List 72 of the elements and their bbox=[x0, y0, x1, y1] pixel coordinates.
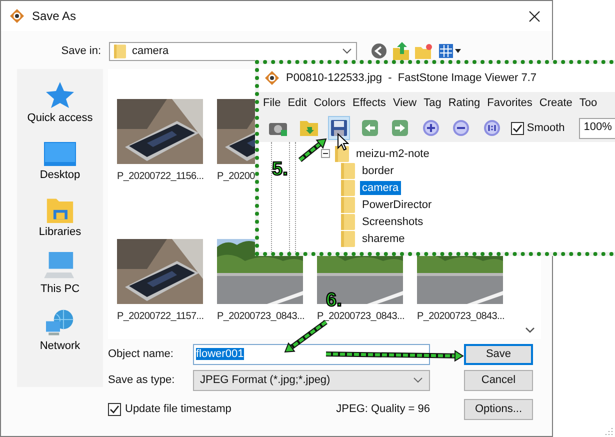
file-name[interactable]: P_20200 bbox=[217, 171, 255, 183]
tree-item[interactable]: shareme bbox=[360, 232, 407, 246]
file-name[interactable]: P_20200723_0843... bbox=[317, 311, 404, 323]
folder-icon bbox=[114, 44, 126, 58]
menu-item[interactable]: Rating bbox=[448, 97, 480, 109]
resize-grip-icon[interactable] bbox=[605, 427, 613, 435]
computer-icon bbox=[44, 252, 76, 280]
place-item[interactable]: Quick access bbox=[25, 79, 95, 126]
zoom-field[interactable]: 100% bbox=[578, 118, 615, 138]
folder-icon bbox=[341, 196, 355, 212]
place-item[interactable]: Network bbox=[38, 307, 82, 354]
menu-item[interactable]: Effects bbox=[352, 97, 386, 109]
app-icon bbox=[9, 8, 25, 24]
tree-item[interactable]: PowerDirector bbox=[360, 198, 434, 212]
folder-icon bbox=[341, 230, 355, 246]
window-title: P00810-122533.jpg - FastStone Image Viewer 7.7 bbox=[286, 72, 537, 84]
folder-icon[interactable] bbox=[298, 119, 319, 137]
star-icon bbox=[44, 81, 75, 109]
tree-item[interactable]: camera bbox=[360, 180, 401, 194]
menu-item[interactable]: View bbox=[392, 97, 417, 109]
new-folder-icon[interactable] bbox=[415, 43, 433, 59]
file-name[interactable]: P_20200723_0843... bbox=[417, 311, 504, 323]
actual-size-icon[interactable] bbox=[482, 119, 501, 137]
quality-text: JPEG: Quality = 96 bbox=[335, 403, 430, 415]
save-as-type-label: Save as type: bbox=[108, 374, 176, 386]
file-name[interactable]: P_20200722_1156... bbox=[117, 171, 204, 183]
tree-item[interactable]: meizu-m2-note bbox=[354, 146, 432, 160]
menu-item[interactable]: Edit bbox=[288, 97, 307, 109]
close-icon[interactable] bbox=[529, 10, 540, 22]
folder-icon bbox=[341, 180, 355, 196]
tree-item[interactable]: border bbox=[360, 164, 396, 178]
place-item[interactable]: Libraries bbox=[36, 193, 84, 240]
tree-item[interactable]: Screenshots bbox=[360, 214, 426, 228]
file-type-dropdown[interactable]: JPEG Format (*.jpg;*.jpeg) bbox=[193, 370, 430, 390]
up-folder-icon[interactable] bbox=[393, 42, 409, 60]
dashed-arrow bbox=[298, 138, 327, 162]
app-icon bbox=[264, 70, 280, 86]
menu-item[interactable]: Too bbox=[579, 97, 598, 109]
menu-item[interactable]: File bbox=[263, 97, 281, 109]
window-title: Save As bbox=[32, 9, 78, 23]
chevron-down-icon[interactable] bbox=[342, 48, 352, 54]
object-name-label: Object name: bbox=[108, 348, 174, 360]
file-name[interactable]: P_20200723_0843... bbox=[217, 311, 304, 323]
back-icon[interactable] bbox=[371, 43, 387, 59]
desktop-icon bbox=[44, 142, 76, 166]
place-item[interactable]: Desktop bbox=[38, 136, 82, 183]
chevron-down-icon[interactable] bbox=[525, 327, 535, 333]
checkbox-label: Smooth bbox=[526, 122, 565, 134]
menu-item[interactable]: Colors bbox=[314, 97, 346, 109]
step-number: 5. bbox=[272, 160, 288, 179]
checkbox[interactable] bbox=[510, 122, 524, 134]
folder-dropdown[interactable]: camera bbox=[109, 42, 357, 60]
cancel-button[interactable]: Cancel bbox=[464, 370, 533, 390]
checkbox[interactable] bbox=[108, 402, 121, 416]
menu-item[interactable]: Favorites bbox=[487, 97, 532, 109]
zoom-out-icon[interactable] bbox=[452, 119, 470, 137]
menu-item[interactable]: Create bbox=[539, 97, 572, 109]
place-item[interactable]: This PC bbox=[38, 250, 82, 297]
checkbox-label: Update file timestamp bbox=[125, 403, 232, 415]
collapse-icon[interactable] bbox=[321, 149, 330, 158]
file-name[interactable]: P_20200722_1157... bbox=[117, 311, 204, 323]
network-icon bbox=[44, 309, 76, 337]
zoom-in-icon[interactable] bbox=[422, 119, 440, 137]
menu-item[interactable]: Tag bbox=[424, 97, 442, 109]
options-button[interactable]: Options... bbox=[464, 398, 533, 420]
view-menu-icon[interactable] bbox=[439, 44, 461, 58]
folder-icon bbox=[335, 146, 349, 162]
save-in-label: Save in: bbox=[60, 45, 101, 57]
folder-icon bbox=[341, 162, 355, 178]
folder-icon bbox=[341, 214, 355, 230]
chevron-down-icon[interactable] bbox=[413, 377, 423, 383]
save-button[interactable]: Save bbox=[464, 344, 533, 364]
